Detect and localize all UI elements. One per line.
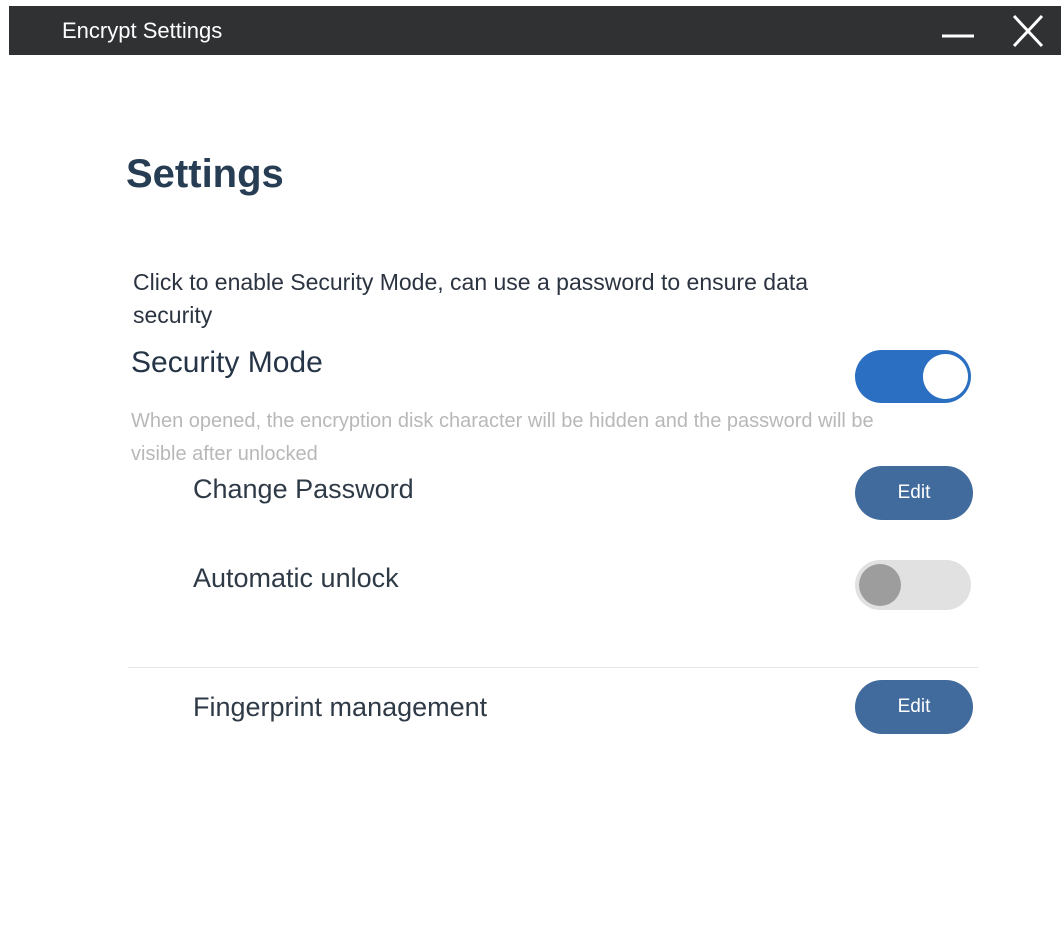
encrypt-settings-window: Encrypt Settings Settings Click to enabl… [0, 0, 1061, 928]
security-mode-toggle[interactable] [855, 350, 971, 403]
fingerprint-edit-button[interactable]: Edit [855, 680, 973, 734]
section-divider [128, 667, 978, 668]
toggle-knob [859, 564, 901, 606]
close-icon [1012, 14, 1044, 48]
toggle-knob [923, 354, 968, 399]
window-title: Encrypt Settings [62, 18, 223, 43]
fingerprint-management-label: Fingerprint management [193, 692, 488, 722]
change-password-edit-button[interactable]: Edit [855, 466, 973, 520]
page-title: Settings [126, 152, 284, 196]
minimize-icon [942, 34, 974, 38]
window-edge [0, 0, 9, 928]
security-mode-label: Security Mode [131, 346, 323, 379]
security-intro-text: Click to enable Security Mode, can use a… [133, 269, 809, 328]
close-button[interactable] [1008, 12, 1048, 50]
automatic-unlock-label: Automatic unlock [193, 563, 399, 593]
minimize-button[interactable] [938, 12, 978, 50]
security-mode-description: When opened, the encryption disk charact… [131, 410, 874, 465]
change-password-label: Change Password [193, 474, 414, 504]
automatic-unlock-toggle[interactable] [855, 560, 971, 610]
title-bar: Encrypt Settings [9, 6, 1061, 55]
